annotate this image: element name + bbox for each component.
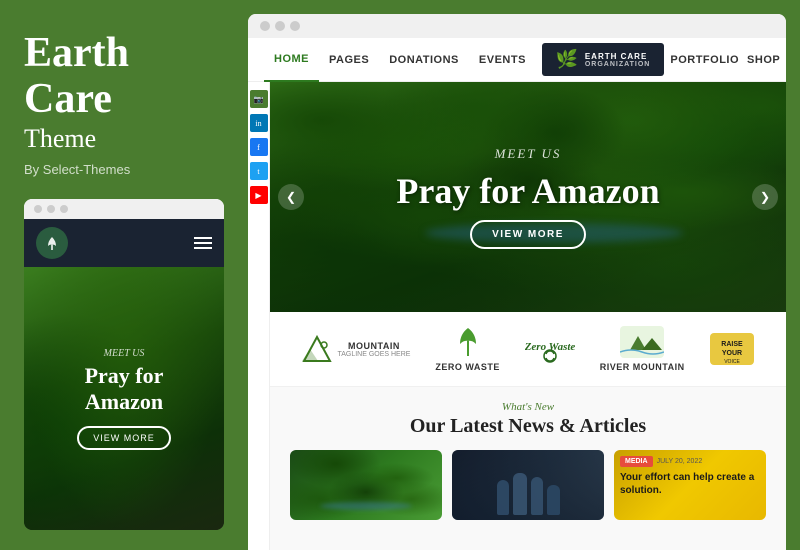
news-card-3-text: Your effort can help create a solution. — [620, 471, 760, 497]
news-card-1[interactable] — [290, 450, 442, 520]
mobile-hero: MEET US Pray for Amazon VIEW MORE — [24, 267, 224, 530]
title-earth: Earth — [24, 30, 224, 76]
news-card-2[interactable] — [452, 450, 604, 520]
news-what-new-label: What's New — [290, 401, 766, 413]
logo-zero-waste-1: ZERO WASTE — [435, 326, 500, 372]
mobile-nav — [24, 219, 224, 267]
desktop-preview: HOME PAGES DONATIONS EVENTS 🌿 EARTH CARE… — [248, 14, 786, 550]
nav-item-events[interactable]: EVENTS — [469, 38, 536, 82]
river-mountain-label: RIVER MOUNTAIN — [600, 362, 685, 372]
mobile-meet-us-label: MEET US — [104, 348, 145, 359]
hero-view-more-button[interactable]: VIEW MORE — [470, 220, 586, 249]
facebook-icon[interactable]: f — [250, 138, 268, 156]
svg-text:YOUR: YOUR — [721, 350, 741, 357]
title-care: Care — [24, 76, 224, 122]
logo-mountain: MOUNTAIN TAGLINE GOES HERE — [302, 335, 410, 363]
mobile-browser-bar — [24, 199, 224, 219]
mountain-logo-name: MOUNTAIN — [337, 341, 410, 351]
zero-waste-leaf-icon — [454, 326, 482, 358]
title-theme: Theme — [24, 124, 224, 154]
left-panel: Earth Care Theme By Select-Themes — [0, 0, 248, 550]
browser-dot-2 — [47, 205, 55, 213]
nav-logo-icon: 🌿 — [556, 49, 579, 70]
social-sidebar: 📷 in f t ▶ — [248, 82, 270, 550]
hero-container: MEET US Pray for Amazon VIEW MORE ❮ ❯ — [270, 82, 786, 550]
nav-item-pages[interactable]: PAGES — [319, 38, 379, 82]
browser-dot-1 — [34, 205, 42, 213]
desktop-dot-1 — [260, 21, 270, 31]
desktop-dot-3 — [290, 21, 300, 31]
mountain-logo-icon — [302, 335, 332, 363]
theme-title: Earth Care Theme — [24, 30, 224, 154]
nav-logo: 🌿 EARTH CARE ORGANIZATION — [542, 43, 664, 76]
news-main-title: Our Latest News & Articles — [290, 415, 766, 438]
instagram-icon[interactable]: 📷 — [250, 90, 268, 108]
mountain-logo-sub: TAGLINE GOES HERE — [337, 351, 410, 358]
news-section: What's New Our Latest News & Articles — [270, 387, 786, 550]
logo-zero-waste-2: Zero Waste — [525, 334, 575, 364]
author-label: By Select-Themes — [24, 162, 224, 177]
desktop-nav: HOME PAGES DONATIONS EVENTS 🌿 EARTH CARE… — [248, 38, 786, 82]
news-date: JULY 20, 2022 — [657, 458, 703, 465]
youtube-icon[interactable]: ▶ — [250, 186, 268, 204]
desktop-dot-2 — [275, 21, 285, 31]
twitter-icon[interactable]: t — [250, 162, 268, 180]
mobile-hamburger-icon[interactable] — [194, 237, 212, 249]
mobile-logo — [36, 227, 68, 259]
news-cards-container: MEDIA JULY 20, 2022 Your effort can help… — [290, 450, 766, 520]
nav-item-shop[interactable]: SHOP — [747, 54, 780, 66]
svg-text:RAISE: RAISE — [721, 341, 743, 348]
mobile-hero-title: Pray for Amazon — [85, 363, 164, 416]
media-badge: MEDIA — [620, 456, 653, 467]
hero-section: MEET US Pray for Amazon VIEW MORE ❮ ❯ — [270, 82, 786, 312]
nav-right-section: PORTFOLIO SHOP BLOG DONATE 🛒 — [670, 48, 786, 71]
logos-bar: MOUNTAIN TAGLINE GOES HERE ZERO WASTE — [270, 312, 786, 387]
news-card-badge: MEDIA JULY 20, 2022 — [620, 456, 760, 467]
hero-content: MEET US Pray for Amazon VIEW MORE — [270, 82, 786, 312]
hero-main-title: Pray for Amazon — [396, 170, 659, 212]
hero-meet-us-label: MEET US — [495, 146, 562, 162]
browser-dot-3 — [60, 205, 68, 213]
linkedin-icon[interactable]: in — [250, 114, 268, 132]
mobile-preview: MEET US Pray for Amazon VIEW MORE — [24, 199, 224, 530]
raise-voice-icon: RAISE YOUR VOICE — [710, 333, 754, 365]
nav-item-portfolio[interactable]: PORTFOLIO — [670, 54, 739, 66]
desktop-content: 📷 in f t ▶ MEET US Pray for — [248, 82, 786, 550]
nav-item-donations[interactable]: DONATIONS — [379, 38, 469, 82]
river-mountain-icon — [620, 326, 664, 358]
svg-text:VOICE: VOICE — [724, 359, 740, 365]
nav-logo-text: EARTH CARE ORGANIZATION — [585, 52, 651, 68]
news-card-3[interactable]: MEDIA JULY 20, 2022 Your effort can help… — [614, 450, 766, 520]
mobile-view-more-button[interactable]: VIEW MORE — [77, 426, 171, 450]
nav-item-home[interactable]: HOME — [264, 38, 319, 82]
zero-waste-circle-icon: Zero Waste — [525, 334, 575, 364]
zero-waste-1-label: ZERO WASTE — [435, 362, 500, 372]
desktop-browser-bar — [248, 14, 786, 38]
logo-river-mountain: RIVER MOUNTAIN — [600, 326, 685, 372]
logo-raise-voice: RAISE YOUR VOICE — [710, 333, 754, 365]
